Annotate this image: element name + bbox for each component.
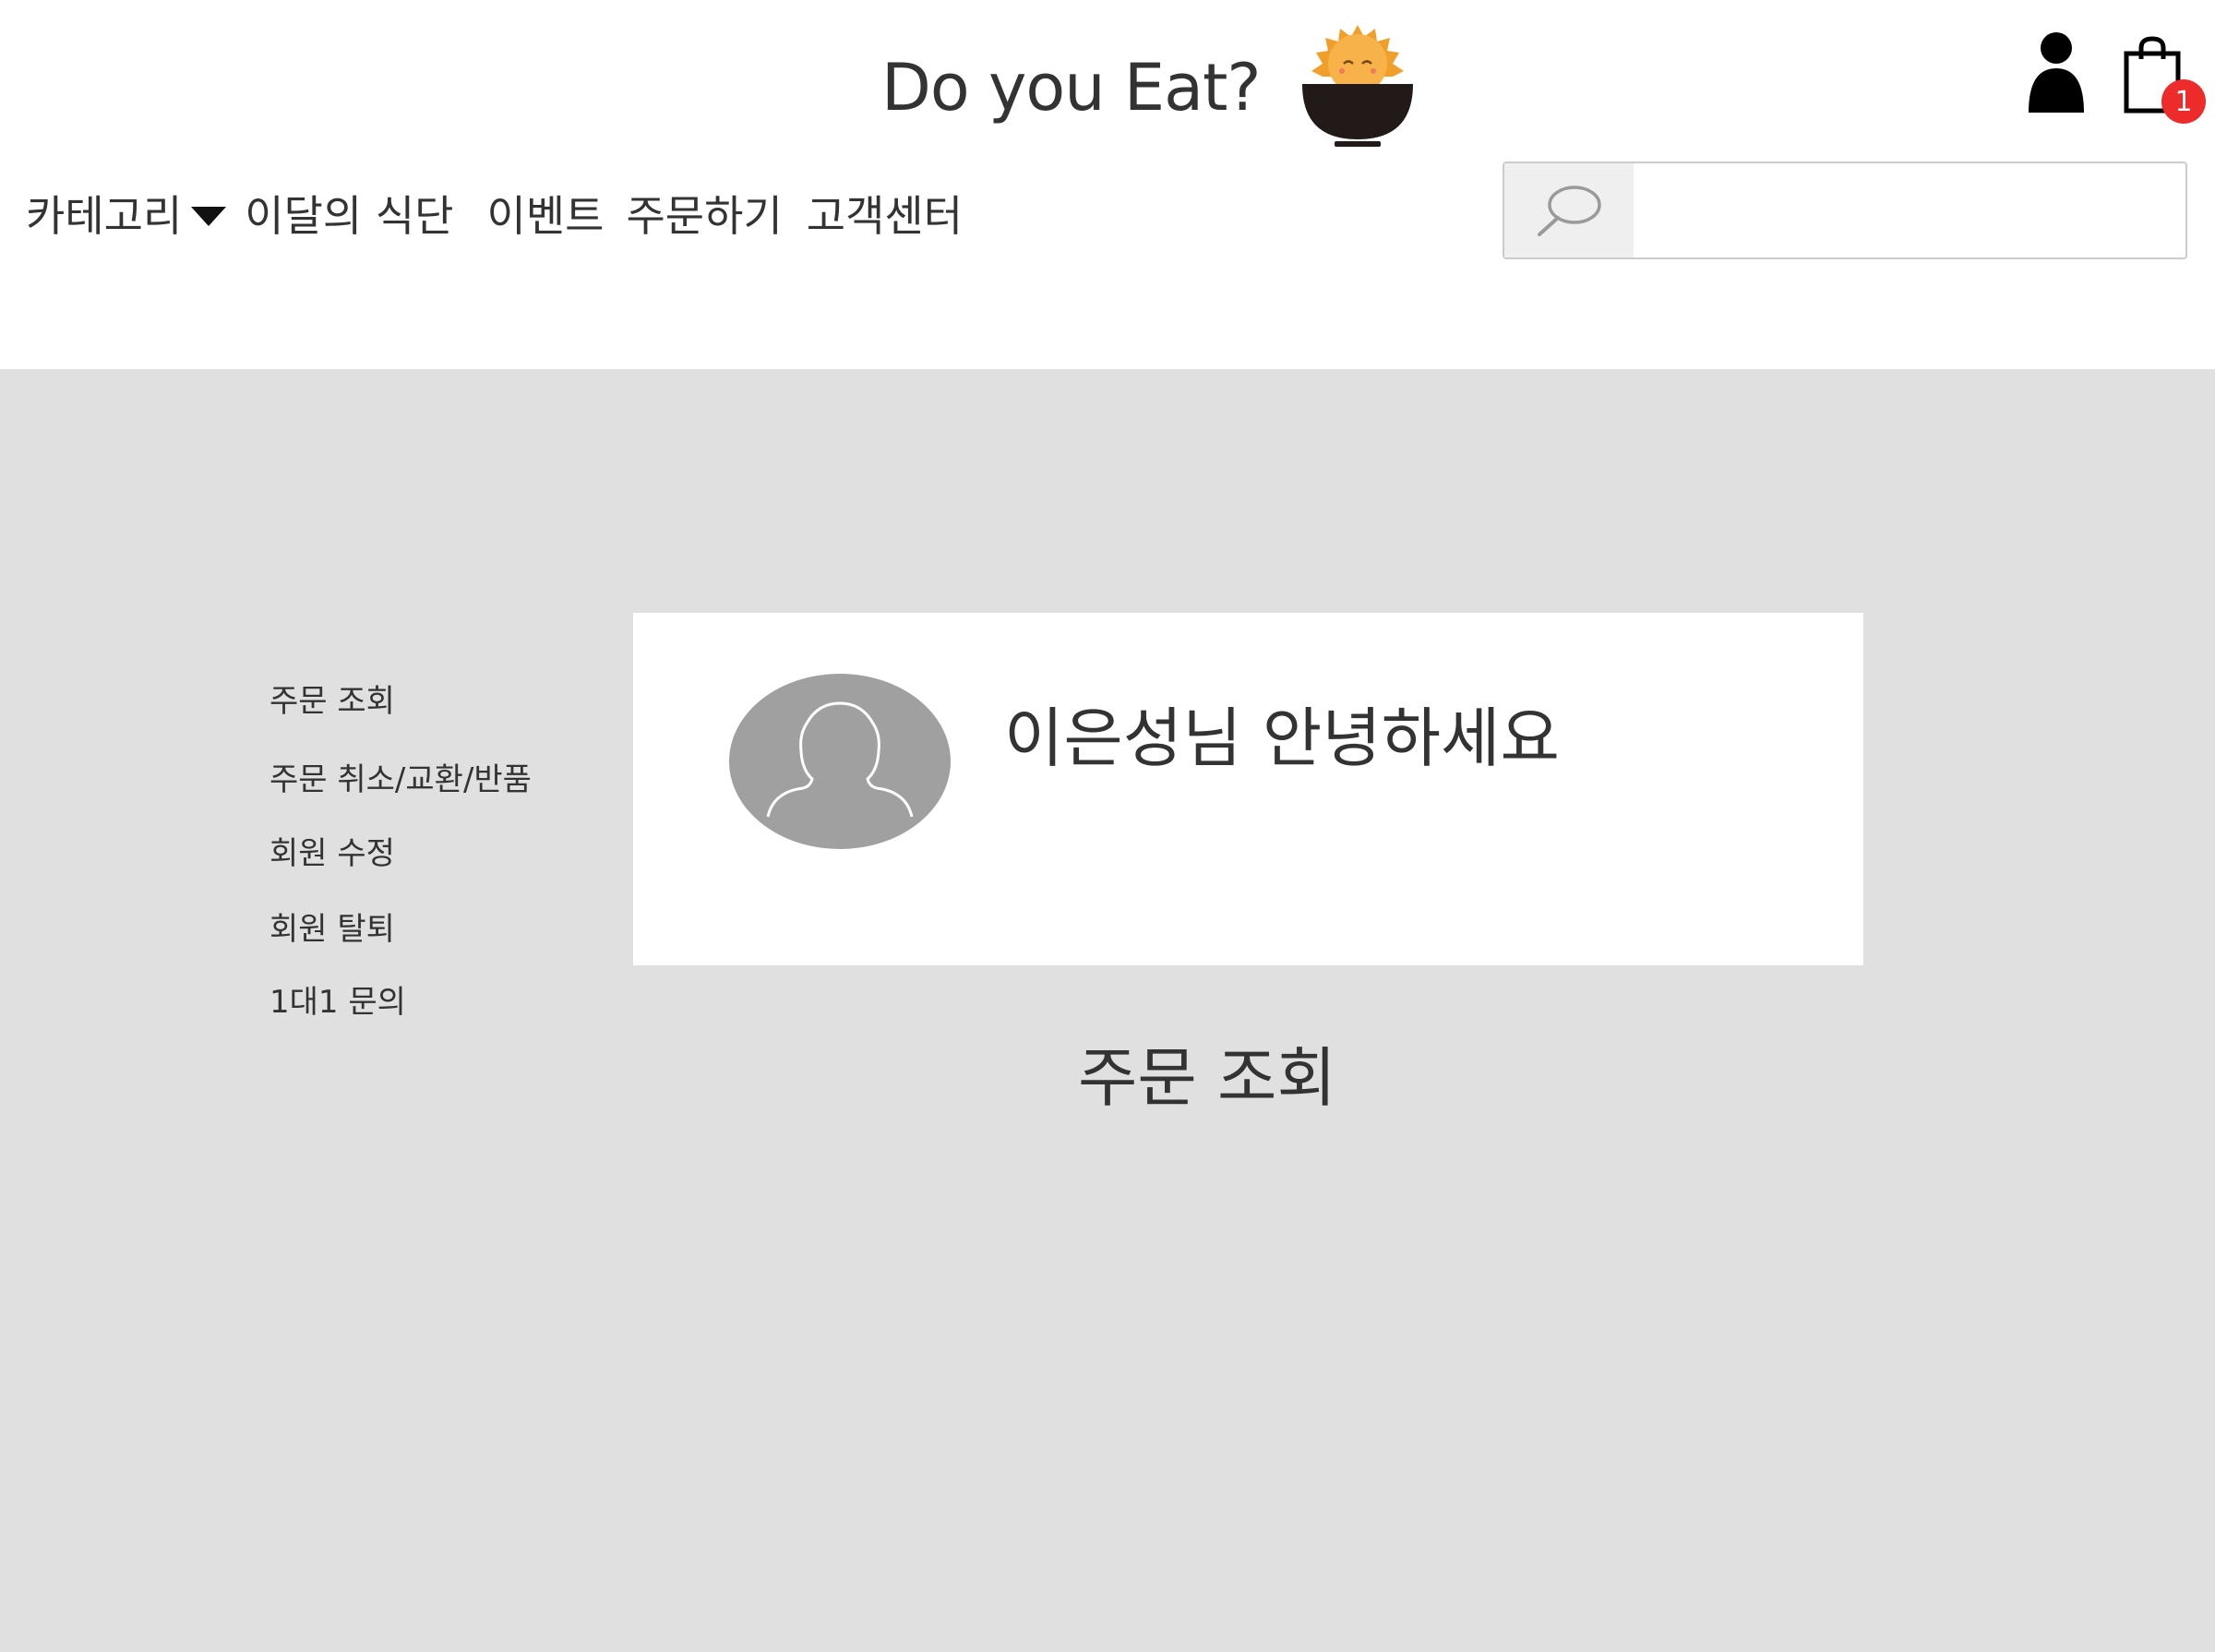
site-logo[interactable]: Do you Eat?	[881, 23, 1418, 152]
profile-card: 이은성님 안녕하세요	[633, 613, 1863, 965]
nav-category-label: 카테고리	[26, 191, 183, 241]
nav-category-dropdown[interactable]: 카테고리	[26, 183, 227, 244]
site-header: Do you Eat? 1 카테고리 이달의 식단 이벤트 주문하기 고객센터	[0, 0, 2215, 369]
logo-text: Do you Eat?	[881, 50, 1262, 126]
sidebar-item-cancel-exchange-return[interactable]: 주문 취소/교환/반품	[269, 754, 532, 799]
search-button[interactable]	[1504, 163, 1634, 257]
nav-item-order[interactable]: 주문하기	[626, 183, 782, 244]
nav-item-monthly-menu[interactable]: 이달의 식단	[245, 183, 453, 244]
avatar-placeholder-icon	[766, 701, 914, 818]
profile-greeting: 이은성님 안녕하세요	[1004, 700, 1560, 776]
main-nav: 카테고리 이달의 식단 이벤트 주문하기 고객센터	[26, 181, 963, 245]
cart-count-badge: 1	[2161, 79, 2206, 124]
nav-item-customer-center[interactable]: 고객센터	[807, 183, 963, 244]
caret-down-icon	[191, 206, 227, 226]
mypage-content: 주문 조회 주문 취소/교환/반품 회원 수정 회원 탈퇴 1대1 문의 이은성…	[0, 369, 2215, 1652]
nav-item-events[interactable]: 이벤트	[487, 183, 605, 244]
sidebar-item-withdraw[interactable]: 회원 탈퇴	[269, 904, 395, 949]
sidebar-item-edit-member[interactable]: 회원 수정	[269, 828, 395, 873]
search-icon	[1538, 186, 1601, 236]
sidebar-item-order-lookup[interactable]: 주문 조회	[269, 676, 395, 721]
user-icon[interactable]	[2026, 30, 2087, 114]
cart-button[interactable]: 1	[2123, 35, 2206, 127]
search-bar	[1503, 162, 2187, 259]
search-input[interactable]	[1634, 163, 2185, 257]
avatar	[729, 674, 951, 849]
page-title: 주문 조회	[1078, 1040, 1336, 1116]
sidebar-item-inquiry[interactable]: 1대1 문의	[269, 976, 406, 1022]
rice-bowl-sun-icon	[1301, 25, 1413, 147]
